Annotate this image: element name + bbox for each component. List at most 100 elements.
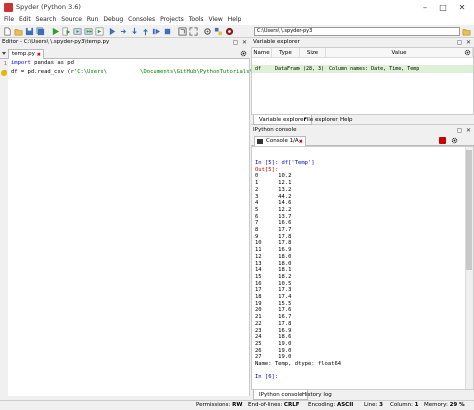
- console-output[interactable]: In [5]: df['Temp'] Out[5]: 0 10.2 1 12.1 2 1…: [251, 146, 474, 390]
- terminal-icon: [257, 139, 263, 144]
- console-line: 16 10.5: [255, 280, 292, 287]
- close-pane-icon[interactable]: ✕: [241, 39, 248, 46]
- run-cell-icon[interactable]: [73, 27, 82, 36]
- tab-history-log[interactable]: History log: [297, 390, 337, 400]
- console-line: 14 18.1: [255, 267, 292, 274]
- undock-icon[interactable]: ▢: [456, 39, 463, 46]
- spyder-help-icon[interactable]: [225, 27, 234, 36]
- undock-icon[interactable]: ▢: [456, 127, 463, 134]
- menu-file[interactable]: File: [3, 15, 18, 25]
- menu-source[interactable]: Source: [60, 15, 86, 25]
- menu-tools[interactable]: Tools: [188, 15, 208, 25]
- browse-tabs-icon[interactable]: [1, 50, 7, 56]
- title-bar: Spyder (Python 3.6) – □ ✕: [0, 0, 474, 15]
- scrollbar-thumb[interactable]: [466, 150, 472, 270]
- console-line: 15 18.2: [255, 273, 292, 280]
- column-header-type[interactable]: Type: [272, 48, 300, 58]
- interrupt-kernel-icon[interactable]: [439, 137, 446, 144]
- console-line: 24 18.6: [255, 334, 292, 341]
- output-prompt: Out[5]:: [255, 166, 279, 173]
- minimize-button[interactable]: –: [418, 2, 432, 13]
- console-line: 23 16.9: [255, 327, 292, 334]
- continue-icon[interactable]: [152, 27, 161, 36]
- spyder-app-icon: [4, 3, 13, 12]
- variable-value: Column names: Date, Time, Temp: [329, 66, 420, 72]
- eol-value: CRLF: [283, 402, 300, 408]
- console-line: Name: Temp, dtype: float64: [255, 361, 342, 367]
- options-gear-icon[interactable]: [451, 137, 458, 144]
- close-button[interactable]: ✕: [455, 2, 469, 13]
- code-line: df = pd.read_csv (r'C:\Users\ \Documents…: [11, 68, 283, 77]
- column-header-name[interactable]: Name: [252, 48, 272, 58]
- menu-run[interactable]: Run: [86, 15, 103, 25]
- editor-pane-title: Editor - C:\Users\ \.spyder-py3\temp.py: [2, 39, 110, 45]
- console-line: 1 12.1: [255, 180, 292, 187]
- memory-status: Memory: 29 %: [424, 401, 465, 410]
- debug-icon[interactable]: [108, 27, 117, 36]
- variable-type: DataFrame: [275, 66, 300, 72]
- column-status: Column: 1: [390, 401, 419, 410]
- line-number-gutter: [0, 59, 8, 396]
- menu-edit[interactable]: Edit: [18, 15, 35, 25]
- tab-temp-py[interactable]: temp.py ✖: [8, 49, 44, 59]
- step-icon[interactable]: [119, 27, 128, 36]
- status-bar: Permissions: RW End-of-lines: CRLF Encod…: [0, 400, 474, 410]
- ipython-console-title: IPython console: [253, 127, 297, 133]
- console-line: 25 19.0: [255, 340, 292, 347]
- console-line: 26 19.0: [255, 347, 292, 354]
- line-value: 3: [379, 402, 383, 408]
- menu-debug[interactable]: Debug: [102, 15, 127, 25]
- console-line: 4 14.6: [255, 200, 292, 207]
- code-editor[interactable]: 1 2 import pandas as pd df = pd.read_csv…: [0, 59, 283, 396]
- tab-console-1a[interactable]: Console 1/A ✖: [254, 136, 306, 146]
- run-selection-icon[interactable]: [95, 27, 104, 36]
- python-path-icon[interactable]: [214, 27, 223, 36]
- console-line: 6 13.7: [255, 213, 292, 220]
- console-line: 8 17.7: [255, 227, 292, 233]
- step-into-icon[interactable]: [130, 27, 139, 36]
- menu-search[interactable]: Search: [35, 15, 61, 25]
- console-line: 18 17.4: [255, 294, 292, 300]
- run-cell-advance-icon[interactable]: [84, 27, 93, 36]
- stop-debug-icon[interactable]: [163, 27, 172, 36]
- menu-help[interactable]: Help: [227, 15, 246, 25]
- console-line: 2 13.2: [255, 186, 292, 193]
- variable-name: df: [255, 66, 262, 72]
- menu-consoles[interactable]: Consoles: [127, 15, 159, 25]
- browse-folder-icon[interactable]: [462, 27, 471, 36]
- undock-icon[interactable]: ▢: [232, 39, 239, 46]
- preferences-icon[interactable]: [203, 27, 212, 36]
- console-line: 21 16.7: [255, 314, 292, 321]
- options-gear-icon[interactable]: [240, 50, 247, 57]
- console-line: 11 16.9: [255, 247, 292, 254]
- close-pane-icon[interactable]: ✕: [465, 39, 472, 46]
- fullscreen-icon[interactable]: [189, 27, 198, 36]
- step-return-icon[interactable]: [141, 27, 150, 36]
- code-line: import pandas as pd: [11, 59, 74, 68]
- new-file-icon[interactable]: [3, 27, 12, 36]
- run-file-icon[interactable]: [62, 27, 71, 36]
- line-label: Line:: [364, 402, 378, 408]
- console-line: 12 18.0: [255, 253, 292, 260]
- menu-projects[interactable]: Projects: [159, 15, 188, 25]
- options-gear-icon[interactable]: [464, 49, 471, 56]
- working-directory-field[interactable]: C:\Users\ \.spyder-py3: [254, 27, 460, 36]
- line-number: 1: [3, 61, 7, 67]
- column-header-size[interactable]: Size: [300, 48, 326, 58]
- close-pane-icon[interactable]: ✕: [465, 127, 472, 134]
- save-icon[interactable]: [25, 27, 34, 36]
- maximize-pane-icon[interactable]: [178, 27, 187, 36]
- line-status: Line: 3: [364, 401, 383, 410]
- menu-view[interactable]: View: [208, 15, 227, 25]
- open-file-icon[interactable]: [14, 27, 23, 36]
- toolbar: C:\Users\ \.spyder-py3: [0, 25, 474, 38]
- column-header-value[interactable]: Value: [326, 48, 473, 58]
- run-icon[interactable]: [51, 27, 60, 36]
- warning-icon[interactable]: [1, 70, 7, 76]
- maximize-button[interactable]: □: [436, 2, 450, 13]
- variable-explorer-header: Variable explorer: [251, 38, 474, 47]
- encoding-label: Encoding:: [308, 402, 336, 408]
- save-all-icon[interactable]: [36, 27, 45, 36]
- code-text: pandas as pd: [30, 60, 74, 66]
- tab-help[interactable]: Help: [335, 115, 358, 125]
